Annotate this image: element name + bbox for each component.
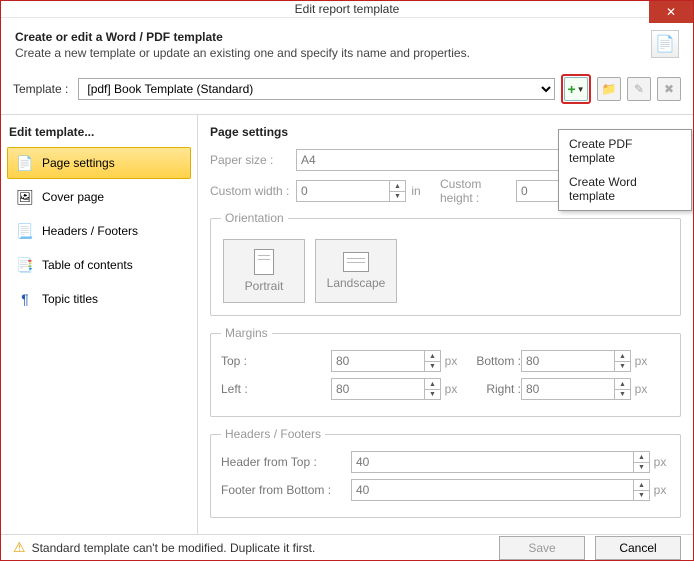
folder-icon: 📁 <box>602 82 617 96</box>
close-icon: ✕ <box>666 5 676 19</box>
sidebar-item-headers-footers[interactable]: 📃 Headers / Footers <box>7 215 191 247</box>
delete-button[interactable]: ✖ <box>657 77 681 101</box>
orientation-options: Portrait Landscape <box>221 235 670 305</box>
x-icon: ✖ <box>664 82 674 96</box>
window-title: Edit report template <box>295 2 400 16</box>
menu-create-pdf[interactable]: Create PDF template <box>559 132 691 170</box>
unit-px: px <box>631 354 651 368</box>
sidebar-item-label: Cover page <box>42 190 104 204</box>
footer-bottom-input[interactable]: 40▲▼ <box>351 479 650 501</box>
sidebar-item-page-settings[interactable]: 📄 Page settings <box>7 147 191 179</box>
unit-in: in <box>406 184 426 198</box>
margin-bottom-input[interactable]: 80▲▼ <box>521 350 631 372</box>
sidebar-item-cover-page[interactable]: 🖼 Cover page <box>7 181 191 213</box>
sidebar-item-label: Headers / Footers <box>42 224 138 238</box>
list-icon: 📑 <box>16 256 34 274</box>
close-button[interactable]: ✕ <box>649 1 693 23</box>
sidebar-item-label: Table of contents <box>42 258 133 272</box>
orientation-portrait[interactable]: Portrait <box>223 239 305 303</box>
spinner[interactable]: ▲▼ <box>614 379 630 399</box>
spinner[interactable]: ▲▼ <box>633 452 649 472</box>
header-sub: Create a new template or update an exist… <box>15 46 470 60</box>
cancel-button[interactable]: Cancel <box>595 536 681 560</box>
orientation-landscape[interactable]: Landscape <box>315 239 397 303</box>
add-template-menu: Create PDF template Create Word template <box>558 129 692 211</box>
page-icon: 📄 <box>16 154 34 172</box>
sidebar-item-label: Page settings <box>42 156 115 170</box>
footer: ⚠ Standard template can't be modified. D… <box>1 534 693 560</box>
header-top-label: Header from Top : <box>221 455 351 469</box>
chevron-down-icon: ▼ <box>577 85 585 94</box>
sidebar-item-label: Topic titles <box>42 292 98 306</box>
unit-px: px <box>631 382 651 396</box>
margin-right-input[interactable]: 80▲▼ <box>521 378 631 400</box>
margin-top-input[interactable]: 80▲▼ <box>331 350 441 372</box>
image-icon: 🖼 <box>16 188 34 206</box>
landscape-icon <box>343 252 369 272</box>
unit-px: px <box>650 455 670 469</box>
spinner[interactable]: ▲▼ <box>424 379 440 399</box>
margin-bottom-label: Bottom : <box>461 354 521 368</box>
margin-top-label: Top : <box>221 354 331 368</box>
warning-icon: ⚠ <box>13 539 26 556</box>
hf-legend: Headers / Footers <box>221 427 325 441</box>
footer-bottom-label: Footer from Bottom : <box>221 483 351 497</box>
sidebar-title: Edit template... <box>7 121 191 145</box>
orientation-group: Orientation Portrait Landscape <box>210 211 681 316</box>
margins-group: Margins Top : 80▲▼ px Bottom : 80▲▼ px L… <box>210 326 681 417</box>
open-folder-button[interactable]: 📁 <box>597 77 621 101</box>
header-text: Create or edit a Word / PDF template Cre… <box>15 30 470 60</box>
template-label: Template : <box>13 82 68 96</box>
header-heading: Create or edit a Word / PDF template <box>15 30 470 44</box>
margin-left-input[interactable]: 80▲▼ <box>331 378 441 400</box>
sidebar-item-topic-titles[interactable]: ¶ Topic titles <box>7 283 191 315</box>
pencil-icon: ✎ <box>634 82 644 96</box>
unit-px: px <box>650 483 670 497</box>
header: Create or edit a Word / PDF template Cre… <box>1 18 693 70</box>
headers-footers-group: Headers / Footers Header from Top : 40▲▼… <box>210 427 681 518</box>
custom-width-input[interactable]: 0▲▼ <box>296 180 406 202</box>
edit-button[interactable]: ✎ <box>627 77 651 101</box>
menu-create-word[interactable]: Create Word template <box>559 170 691 208</box>
sidebar-item-toc[interactable]: 📑 Table of contents <box>7 249 191 281</box>
footer-bottom-row: Footer from Bottom : 40▲▼ px <box>221 479 670 501</box>
margins-legend: Margins <box>221 326 272 340</box>
sidebar: Edit template... 📄 Page settings 🖼 Cover… <box>1 115 197 534</box>
unit-px: px <box>441 354 461 368</box>
spinner[interactable]: ▲▼ <box>633 480 649 500</box>
wizard-icon: 📄 <box>651 30 679 58</box>
spinner[interactable]: ▲▼ <box>424 351 440 371</box>
paper-size-label: Paper size : <box>210 153 296 167</box>
paragraph-icon: ¶ <box>16 290 34 308</box>
margin-left-label: Left : <box>221 382 331 396</box>
header-top-row: Header from Top : 40▲▼ px <box>221 451 670 473</box>
spinner[interactable]: ▲▼ <box>614 351 630 371</box>
unit-px: px <box>441 382 461 396</box>
add-button-highlight: +▼ <box>561 74 591 104</box>
template-bar: Template : [pdf] Book Template (Standard… <box>1 70 693 114</box>
template-select[interactable]: [pdf] Book Template (Standard) <box>78 78 555 100</box>
dialog-window: Edit report template ✕ Create or edit a … <box>0 0 694 561</box>
portrait-icon <box>254 249 274 275</box>
margin-top-row: Top : 80▲▼ px Bottom : 80▲▼ px <box>221 350 670 372</box>
header-top-input[interactable]: 40▲▼ <box>351 451 650 473</box>
custom-height-label: Custom height : <box>426 177 516 205</box>
warning-message: ⚠ Standard template can't be modified. D… <box>13 539 315 556</box>
margin-right-label: Right : <box>461 382 521 396</box>
titlebar: Edit report template ✕ <box>1 1 693 18</box>
document-icon: 📃 <box>16 222 34 240</box>
add-template-button[interactable]: +▼ <box>564 77 588 101</box>
save-button[interactable]: Save <box>499 536 585 560</box>
margin-left-row: Left : 80▲▼ px Right : 80▲▼ px <box>221 378 670 400</box>
custom-width-label: Custom width : <box>210 184 296 198</box>
plus-icon: + <box>567 81 575 97</box>
spinner[interactable]: ▲▼ <box>389 181 405 201</box>
orientation-legend: Orientation <box>221 211 288 225</box>
